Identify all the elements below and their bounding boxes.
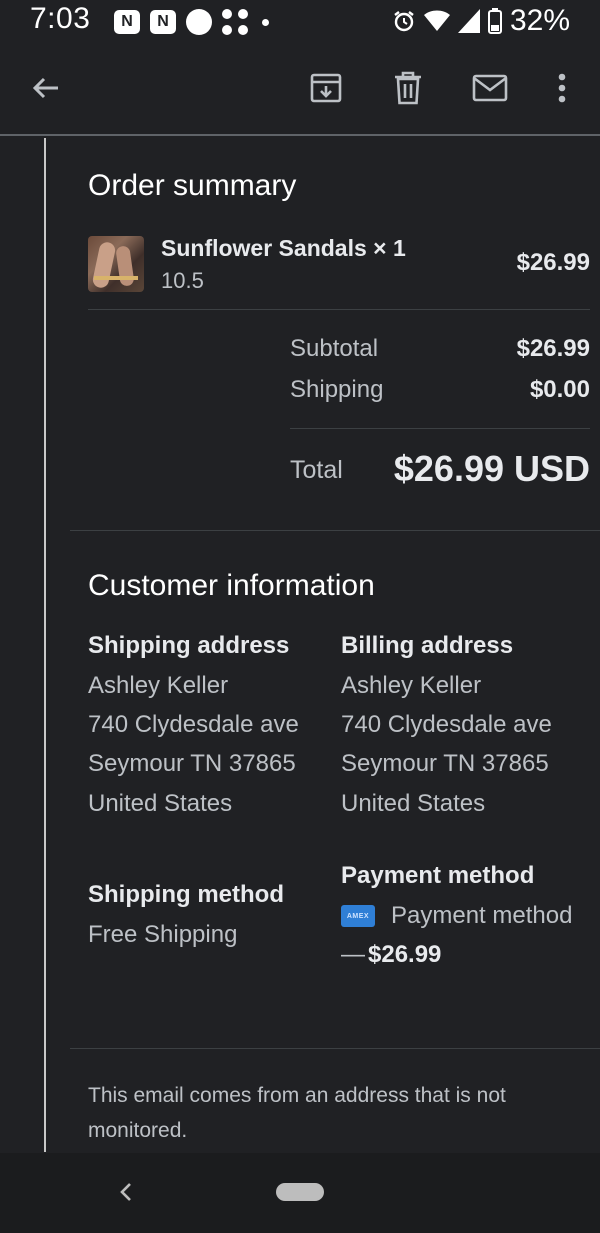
footer-line-1: This email comes from an address that is…	[88, 1084, 506, 1107]
status-time: 7:03	[30, 2, 91, 35]
delete-button[interactable]	[386, 66, 430, 110]
back-button[interactable]	[24, 66, 68, 110]
amex-card-icon: AMEX	[341, 905, 375, 927]
shipping-method-value: Free Shipping	[88, 921, 238, 948]
billing-address-name: Ashley Keller	[341, 672, 482, 699]
product-variant: 10.5	[161, 268, 204, 293]
battery-icon	[487, 8, 502, 34]
notification-app-icon: N	[114, 10, 140, 34]
customer-info-title: Customer information	[88, 569, 375, 602]
product-price: $26.99	[516, 249, 590, 276]
wifi-icon	[423, 10, 450, 31]
order-summary-title: Order summary	[88, 169, 297, 202]
shipping-address-name: Ashley Keller	[88, 672, 229, 699]
back-arrow-icon	[32, 77, 58, 99]
subtotal-value: $26.99	[516, 335, 590, 362]
product-thumbnail[interactable]	[88, 236, 144, 292]
shipping-address-country: United States	[88, 790, 233, 817]
mail-icon	[472, 74, 508, 102]
shipping-address-city: Seymour TN 37865	[88, 750, 296, 777]
system-status-icons: 32%	[392, 4, 570, 38]
billing-address-street: 740 Clydesdale ave	[341, 711, 552, 738]
product-name: Sunflower Sandals × 1	[161, 235, 406, 261]
notification-icons: N N	[114, 9, 269, 35]
shipping-method-label: Shipping method	[88, 881, 284, 908]
footer-line-2: monitored.	[88, 1119, 188, 1142]
alarm-icon	[394, 11, 414, 32]
more-notifications-dot-icon	[262, 18, 269, 26]
cell-signal-icon	[457, 9, 480, 33]
payment-method-text: Payment method	[391, 902, 573, 929]
billing-address-label: Billing address	[341, 632, 514, 659]
status-bar: 7:03 N N 32%	[0, 0, 600, 44]
subtotal-label: Subtotal	[290, 335, 379, 362]
nav-back-icon[interactable]	[112, 1176, 140, 1208]
nav-home-pill[interactable]	[276, 1183, 324, 1201]
notification-dots-icon	[222, 9, 248, 35]
mark-unread-button[interactable]	[468, 66, 512, 110]
more-vert-icon	[558, 73, 566, 103]
total-label: Total	[290, 456, 343, 484]
payment-dash: —	[341, 941, 365, 968]
notification-app-icon: N	[150, 10, 176, 34]
billing-address-city: Seymour TN 37865	[341, 750, 549, 777]
battery-percentage: 32%	[509, 4, 570, 37]
delete-icon	[395, 71, 421, 105]
payment-amount: $26.99	[368, 941, 442, 968]
divider	[88, 309, 590, 310]
payment-method-label: Payment method	[341, 862, 535, 889]
shipping-address-label: Shipping address	[88, 632, 290, 659]
divider	[290, 428, 590, 429]
shipping-label: Shipping	[290, 376, 384, 403]
section-divider	[70, 1048, 600, 1049]
quote-rule	[44, 138, 46, 1152]
shipping-value: $0.00	[529, 376, 590, 403]
notification-circle-icon	[186, 9, 212, 35]
email-toolbar	[0, 44, 600, 136]
section-divider	[70, 530, 600, 531]
billing-address-country: United States	[341, 790, 486, 817]
more-options-button[interactable]	[540, 66, 584, 110]
shipping-address-street: 740 Clydesdale ave	[88, 711, 299, 738]
archive-icon	[310, 73, 342, 103]
total-value: $26.99 USD	[393, 448, 590, 489]
archive-button[interactable]	[304, 66, 348, 110]
